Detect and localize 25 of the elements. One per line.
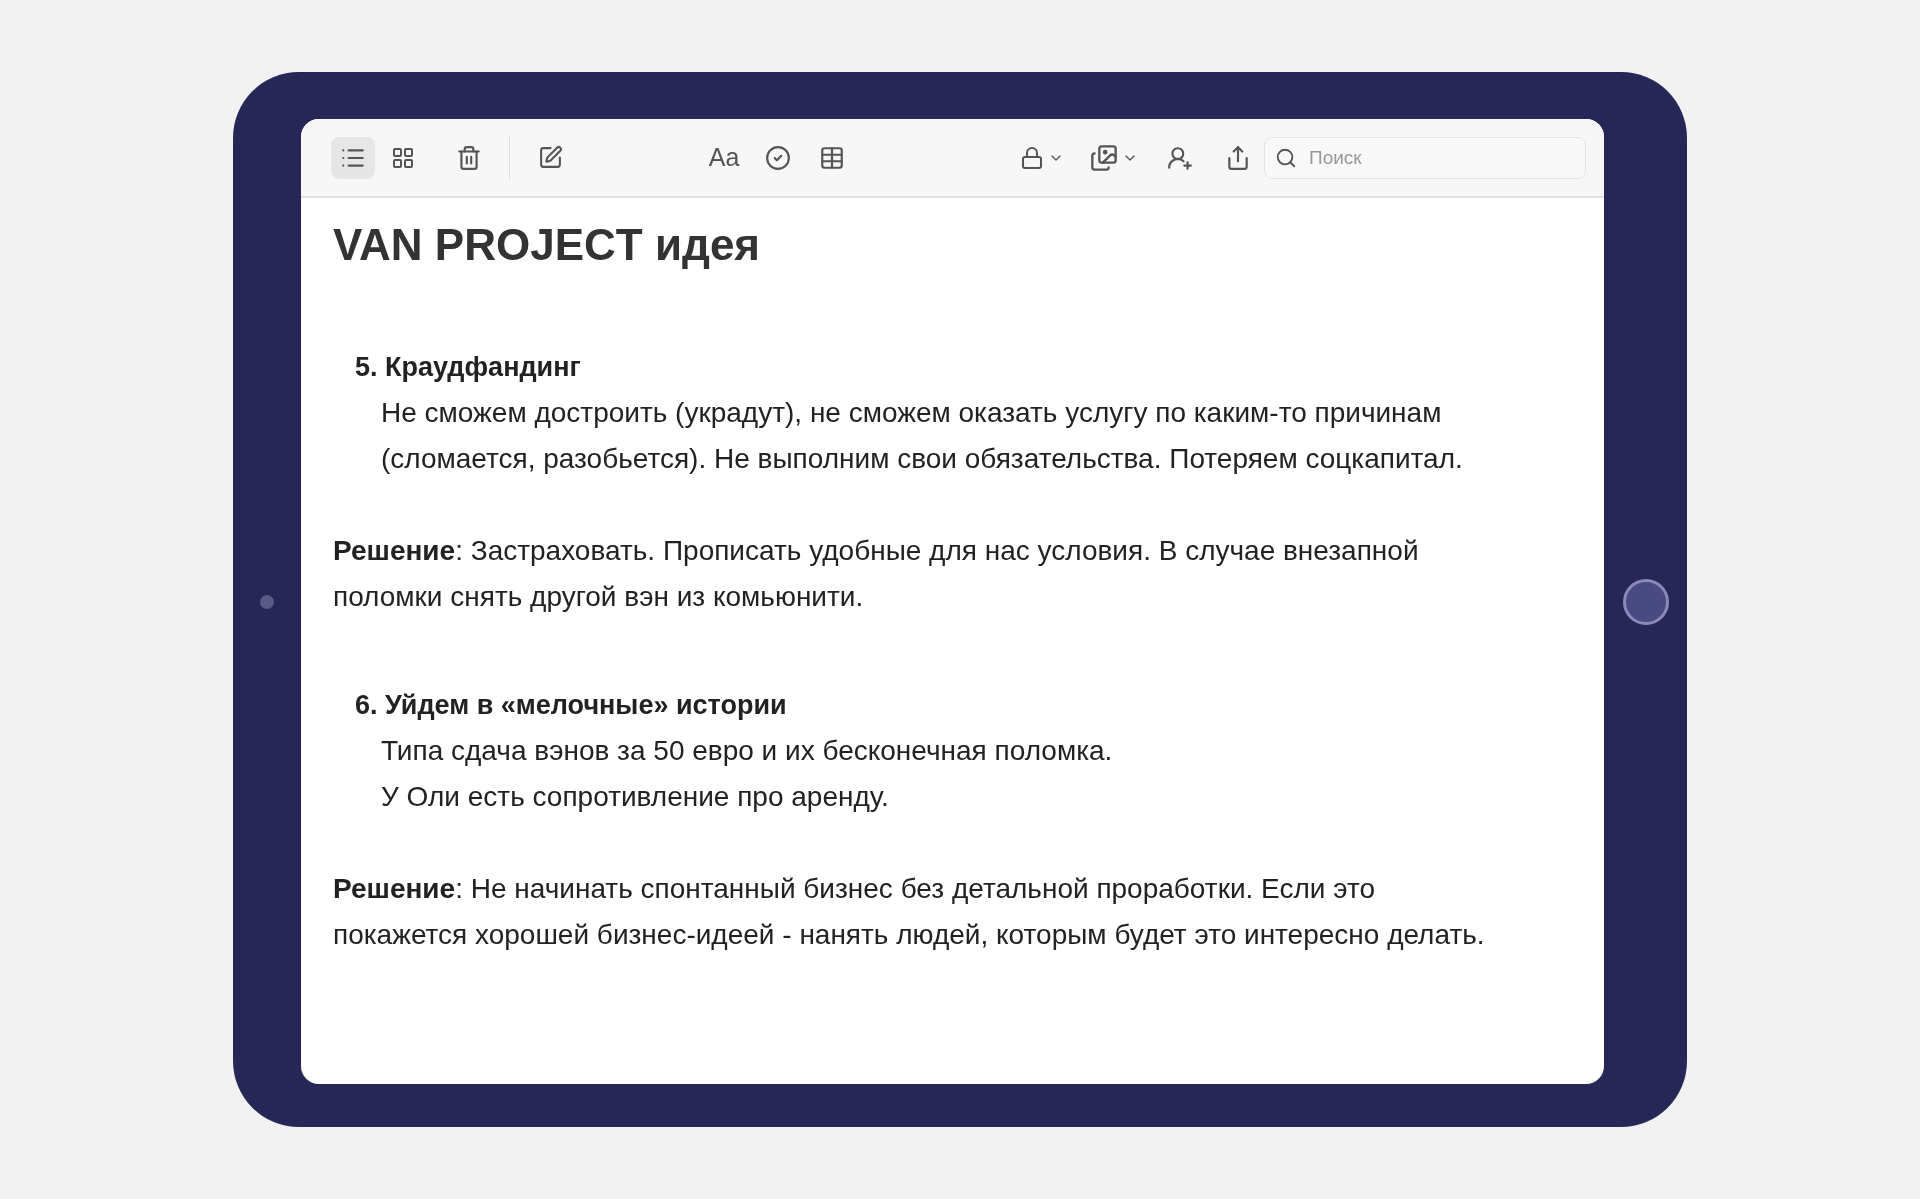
checklist-icon — [765, 144, 791, 171]
compose-icon — [537, 145, 563, 170]
list-view-button[interactable] — [331, 136, 375, 179]
note-title: VAN PROJECT идея — [333, 220, 762, 270]
search-icon — [1275, 146, 1297, 169]
note-text: Не сможем достроить (украдут), не сможем оказать услугу по каким-то причинам — [380, 396, 1443, 430]
table-icon — [819, 144, 845, 171]
note-text: Типа сдача вэнов за 50 евро и их бесконечная поломка. — [380, 734, 1114, 768]
camera-dot — [260, 594, 274, 609]
format-button[interactable]: Aa — [702, 136, 746, 179]
section-heading: 5. Краудфандинг — [355, 351, 582, 384]
images-icon — [1090, 143, 1118, 172]
note-text: (сломается, разобьется). Не выполним свои обязательства. Потеряем соцкапитал. — [380, 442, 1464, 476]
solution-text: Решение: Не начинать спонтанный бизнес без детальной проработки. Если это — [333, 872, 1376, 906]
note-text: У Оли есть сопротивление про аренду. — [380, 780, 890, 814]
solution-text: поломки снять другой вэн из комьюнити. — [333, 580, 865, 614]
person-plus-icon — [1167, 144, 1193, 171]
share-icon — [1225, 144, 1251, 171]
grid-view-icon — [391, 145, 415, 170]
section-heading: 6. Уйдем в «мелочные» истории — [355, 689, 788, 722]
trash-icon — [456, 144, 482, 171]
search-field[interactable]: Поиск — [1264, 136, 1586, 179]
solution-text: Решение: Застраховать. Прописать удобные для нас условия. В случае внезапной — [333, 534, 1420, 568]
lock-icon — [1020, 145, 1044, 170]
solution-text: покажется хорошей бизнес-идеей - нанять людей, которым будет это интересно делать. — [333, 918, 1486, 952]
